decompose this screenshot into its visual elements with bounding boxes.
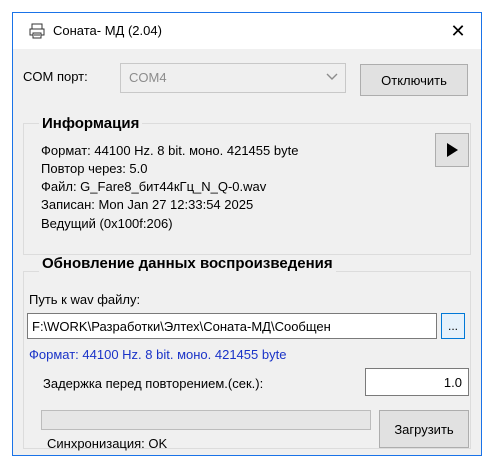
- app-printer-icon: [29, 23, 45, 39]
- wav-path-input[interactable]: F:\WORK\Разработки\Элтех\Соната-МД\Сообщ…: [27, 313, 437, 339]
- browse-button-label: ...: [447, 319, 458, 333]
- info-repeat: Повтор через: 5.0: [41, 161, 148, 176]
- browse-button[interactable]: ...: [441, 313, 465, 339]
- upload-progress-bar: [41, 410, 371, 430]
- update-group-title: Обновление данных воспроизведения: [39, 255, 336, 272]
- info-group-title: Информация: [39, 115, 143, 132]
- load-button[interactable]: Загрузить: [379, 410, 469, 448]
- disconnect-button[interactable]: Отключить: [360, 64, 468, 96]
- window-title: Соната- МД (2.04): [53, 23, 162, 38]
- com-port-select[interactable]: COM4: [120, 63, 346, 93]
- delay-value: 1.0: [443, 375, 462, 390]
- info-file: Файл: G_Fare8_бит44кГц_N_Q-0.wav: [41, 179, 267, 194]
- info-master: Ведущий (0x100f:206): [41, 216, 173, 231]
- load-button-label: Загрузить: [394, 421, 454, 437]
- disconnect-button-label: Отключить: [381, 72, 447, 88]
- com-port-label: COM порт:: [23, 69, 88, 84]
- wav-path-value: F:\WORK\Разработки\Элтех\Соната-МД\Сообщ…: [32, 319, 331, 334]
- play-icon: [447, 143, 458, 157]
- chevron-down-icon: [326, 73, 338, 80]
- app-window: Соната- МД (2.04) ✕ COM порт: COM4 Отклю…: [12, 12, 482, 456]
- close-button[interactable]: ✕: [435, 13, 481, 49]
- info-format: Формат: 44100 Hz. 8 bit. моно. 421455 by…: [41, 143, 299, 158]
- com-port-value: COM4: [129, 70, 167, 85]
- title-bar[interactable]: Соната- МД (2.04) ✕: [13, 13, 481, 49]
- close-icon: ✕: [450, 20, 466, 41]
- update-format-text: Формат: 44100 Hz. 8 bit. моно. 421455 by…: [29, 347, 287, 362]
- delay-label: Задержка перед повторением.(сек.):: [43, 376, 264, 391]
- wav-path-label: Путь к wav файлу:: [29, 292, 141, 307]
- play-button[interactable]: [435, 133, 469, 167]
- delay-input[interactable]: 1.0: [365, 368, 469, 396]
- sync-status: Синхронизация: OK: [47, 436, 168, 451]
- info-recorded: Записан: Mon Jan 27 12:33:54 2025: [41, 197, 254, 212]
